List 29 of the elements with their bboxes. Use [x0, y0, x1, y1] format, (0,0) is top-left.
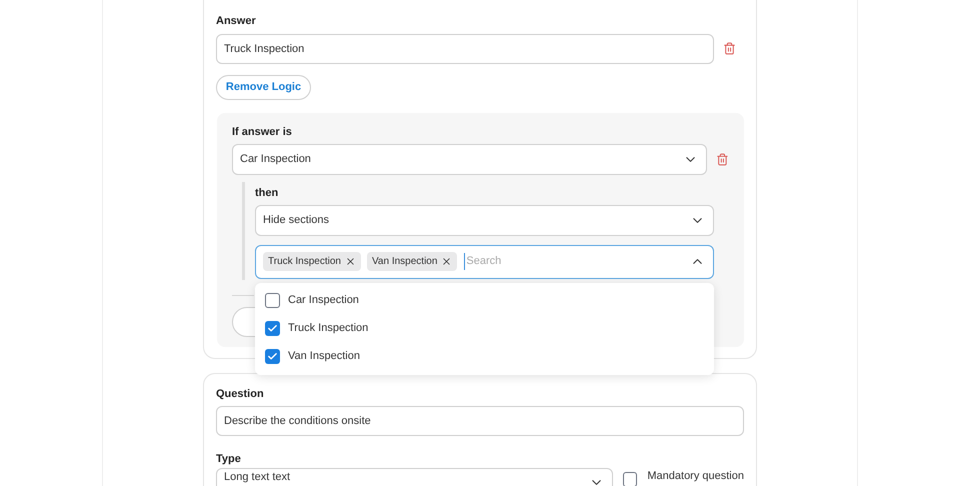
option-item[interactable]: Van Inspection: [255, 342, 714, 370]
field-label: If answer is: [232, 124, 293, 140]
field-label: Question: [216, 386, 265, 402]
checkbox[interactable]: [265, 293, 280, 308]
checkbox[interactable]: [265, 321, 280, 336]
checkbox[interactable]: [622, 472, 638, 486]
checkbox[interactable]: [265, 349, 280, 364]
condition-select[interactable]: Car Inspection: [232, 144, 708, 175]
option-item[interactable]: Truck Inspection: [255, 314, 714, 342]
remove-logic-button[interactable]: Remove Logic: [216, 74, 311, 100]
checkbox-label: Mandatory question: [647, 470, 744, 483]
check-icon: [267, 351, 278, 362]
field-label: then: [255, 186, 280, 201]
search-input[interactable]: Search: [464, 253, 684, 270]
remove-icon[interactable]: [345, 256, 356, 267]
question-input[interactable]: Describe the conditions onsite: [216, 406, 744, 436]
section-tag: Truck Inspection: [263, 252, 361, 271]
section-tag: Van Inspection: [367, 252, 458, 271]
type-select[interactable]: Long text text: [216, 468, 612, 486]
action-select[interactable]: Hide sections: [255, 204, 714, 236]
answer-input[interactable]: Truck Inspection: [216, 34, 714, 64]
trash-icon[interactable]: [723, 42, 736, 55]
check-icon: [267, 323, 278, 334]
trash-icon[interactable]: [716, 153, 729, 166]
field-label: Answer: [216, 14, 257, 29]
remove-icon[interactable]: [441, 256, 452, 267]
option-item[interactable]: Car Inspection: [255, 286, 714, 314]
sections-multiselect[interactable]: Truck Inspection Van Inspection Search: [255, 244, 714, 278]
field-label: Type: [216, 452, 242, 466]
